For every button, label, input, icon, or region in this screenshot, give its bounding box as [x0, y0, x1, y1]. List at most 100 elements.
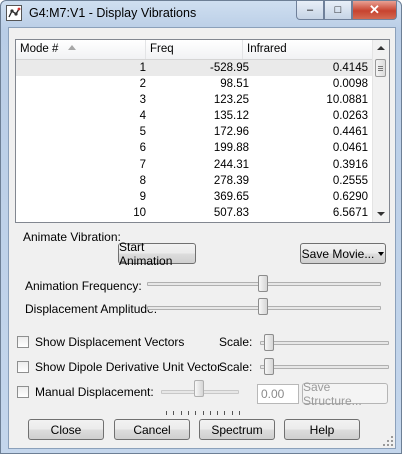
slider-tick [166, 411, 167, 415]
freq-cell: 278.39 [213, 174, 249, 187]
slider-tick [202, 411, 204, 415]
minimize-button[interactable]: – [296, 1, 324, 20]
mode-cell: 1 [139, 62, 146, 74]
vectors-scale-track[interactable] [260, 341, 389, 345]
close-window-button[interactable]: ✕ [352, 1, 397, 20]
column-header-mode[interactable]: Mode # [16, 40, 146, 59]
freq-cell: 199.88 [213, 142, 249, 155]
scroll-up-icon[interactable] [377, 46, 385, 50]
column-label-mode: Mode # [20, 43, 59, 55]
mode-cell: 8 [139, 174, 146, 187]
mode-cell: 5 [139, 126, 146, 139]
mode-cell: 9 [139, 190, 146, 203]
slider-tick [173, 411, 175, 415]
slider-tick [239, 411, 240, 415]
vectors-scale-slider[interactable] [264, 334, 274, 351]
slider-tick [217, 411, 219, 415]
column-label-infrared: Infrared [247, 43, 287, 55]
slider-tick [180, 411, 182, 415]
help-button[interactable]: Help [284, 419, 360, 440]
show-dipole-derivative-label: Show Dipole Derivative Unit Vector [35, 360, 222, 374]
infrared-cell: 0.3916 [332, 158, 368, 171]
table-row[interactable]: 10 507.83 6.5671 [16, 205, 373, 221]
table-row[interactable]: 1 -528.95 0.4145 [16, 60, 373, 77]
freq-cell: 244.31 [213, 158, 249, 171]
save-structure-button[interactable]: Save Structure... [302, 380, 388, 408]
mode-cell: 10 [133, 206, 146, 219]
infrared-cell: 0.6290 [332, 190, 368, 203]
resize-grip-icon[interactable] [383, 436, 393, 446]
cancel-label: Cancel [133, 422, 171, 437]
mode-cell: 2 [139, 78, 146, 91]
vibrations-list[interactable]: Mode # Freq Infrared 1 -528.95 0.4145 2 98.5… [15, 39, 390, 223]
infrared-cell: 0.2555 [332, 174, 368, 187]
manual-displacement-slider[interactable] [194, 380, 204, 397]
close-label: Close [50, 422, 82, 437]
vectors-scale-label: Scale: [219, 335, 253, 349]
mode-cell: 6 [139, 142, 146, 155]
list-scrollbar[interactable] [372, 40, 389, 222]
infrared-cell: 10.0881 [326, 94, 368, 107]
freq-cell: 123.25 [213, 94, 249, 107]
start-animation-button[interactable]: Start Animation [118, 240, 196, 268]
mode-cell: 7 [139, 158, 146, 171]
column-header-freq[interactable]: Freq [146, 40, 243, 59]
dialog-body: Mode # Freq Infrared 1 -528.95 0.4145 2 98.5… [8, 27, 396, 449]
sort-ascending-icon [68, 45, 76, 50]
slider-tick [187, 411, 189, 415]
dipole-scale-label: Scale: [219, 360, 253, 374]
displacement-amplitude-slider[interactable] [258, 298, 268, 315]
slider-tick [224, 411, 226, 415]
mode-cell: 3 [139, 94, 146, 107]
save-movie-dropdown[interactable]: Save Movie... [300, 243, 386, 264]
close-button[interactable]: Close [28, 419, 104, 440]
scroll-thumb[interactable] [375, 59, 386, 77]
dipole-scale-track[interactable] [260, 365, 389, 369]
animate-vibration-label: Animate Vibration: [23, 230, 121, 244]
freq-cell: 135.12 [213, 110, 249, 123]
infrared-cell: 0.4145 [332, 62, 368, 74]
list-header: Mode # Freq Infrared [16, 40, 373, 60]
save-movie-label: Save Movie... [301, 246, 375, 261]
infrared-cell: 0.0098 [332, 78, 368, 91]
title-bar[interactable]: G4:M7:V1 - Display Vibrations – □ ✕ [1, 1, 401, 27]
table-row[interactable]: 9 369.65 0.6290 [16, 189, 373, 205]
help-label: Help [309, 422, 335, 437]
animation-frequency-slider[interactable] [258, 275, 268, 292]
chevron-down-icon [378, 251, 385, 256]
animation-frequency-label: Animation Frequency: [25, 279, 142, 293]
cancel-button[interactable]: Cancel [114, 419, 190, 440]
display-vibrations-window: G4:M7:V1 - Display Vibrations – □ ✕ Mode… [0, 0, 402, 454]
infrared-cell: 0.0461 [332, 142, 368, 155]
list-rows: 1 -528.95 0.4145 2 98.51 0.0098 3 123.25 10.0881… [16, 60, 373, 221]
table-row[interactable]: 4 135.12 0.0263 [16, 108, 373, 124]
close-icon: ✕ [369, 2, 380, 17]
freq-cell: 369.65 [213, 190, 249, 203]
displacement-amplitude-label: Displacement Amplitude: [25, 302, 158, 316]
infrared-cell: 6.5671 [332, 206, 368, 219]
save-structure-label: Save Structure... [303, 379, 362, 408]
freq-cell: -528.95 [209, 62, 249, 74]
table-row[interactable]: 8 278.39 0.2555 [16, 173, 373, 189]
infrared-cell: 0.4461 [332, 126, 368, 139]
mode-cell: 4 [139, 110, 146, 123]
manual-displacement-field[interactable]: 0.00 [257, 384, 299, 404]
column-label-freq: Freq [150, 43, 174, 55]
minimize-icon: – [306, 4, 314, 16]
show-dipole-derivative-checkbox[interactable] [17, 361, 29, 373]
maximize-button[interactable]: □ [324, 1, 352, 20]
infrared-cell: 0.0263 [332, 110, 368, 123]
table-row[interactable]: 2 98.51 0.0098 [16, 76, 373, 92]
table-row[interactable]: 5 172.96 0.4461 [16, 124, 373, 140]
scroll-down-icon[interactable] [377, 212, 385, 216]
show-displacement-vectors-checkbox[interactable] [17, 336, 29, 348]
dipole-scale-slider[interactable] [264, 358, 274, 375]
manual-displacement-checkbox[interactable] [17, 386, 29, 398]
table-row[interactable]: 7 244.31 0.3916 [16, 157, 373, 173]
freq-cell: 172.96 [213, 126, 249, 139]
column-header-infrared[interactable]: Infrared [243, 40, 373, 59]
table-row[interactable]: 6 199.88 0.0461 [16, 140, 373, 156]
spectrum-button[interactable]: Spectrum [199, 419, 275, 440]
table-row[interactable]: 3 123.25 10.0881 [16, 92, 373, 108]
slider-tick [209, 411, 211, 415]
